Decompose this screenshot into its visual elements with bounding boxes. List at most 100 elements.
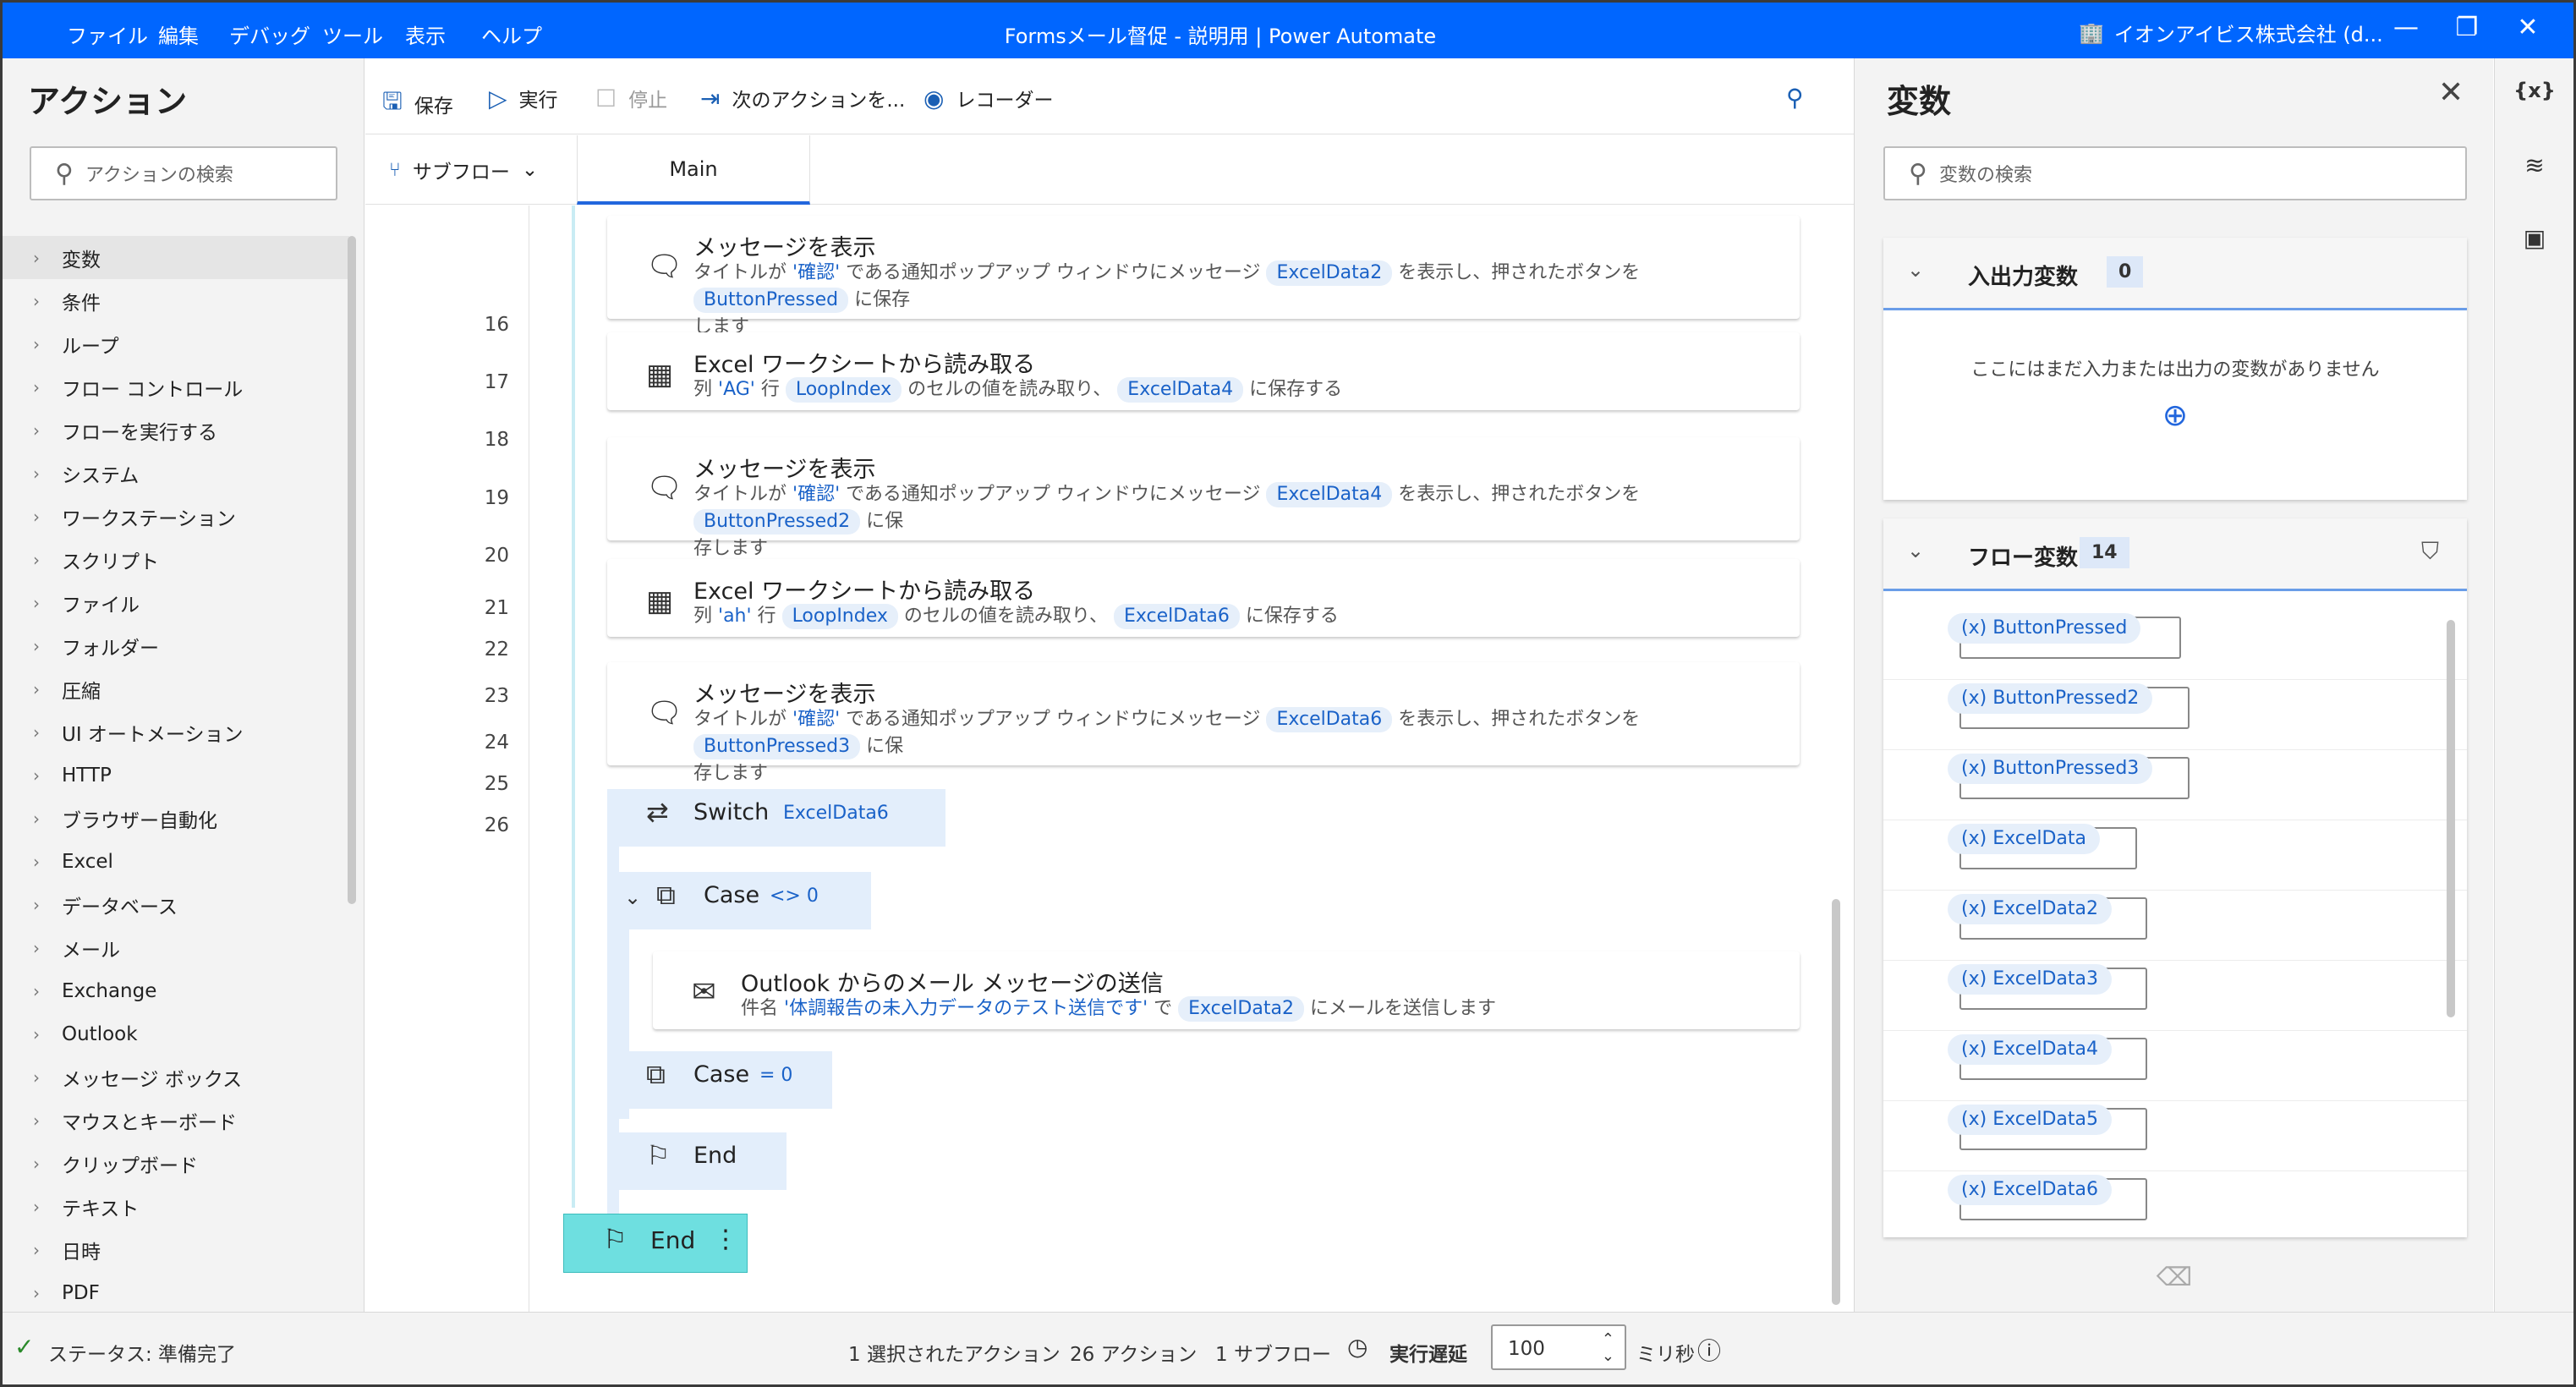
chevron-down-icon: ⌄ [521, 159, 539, 181]
layers-icon[interactable]: ≋ [2495, 151, 2573, 179]
action-group-ui-automation[interactable]: › UI オートメーション [3, 710, 349, 754]
action-group-text[interactable]: › テキスト [3, 1185, 349, 1228]
stop-label: 停止 [628, 90, 668, 112]
action-group-label: Exchange [62, 979, 157, 1002]
action-group-message-boxes[interactable]: › メッセージ ボックス [3, 1055, 349, 1099]
minimize-button[interactable]: — [2381, 13, 2431, 42]
step-title: Switch [693, 799, 770, 825]
step-description: タイトルが '確認' である通知ポップアップ ウィンドウにメッセージ Excel… [693, 482, 1641, 559]
action-group-clipboard[interactable]: › クリップボード [3, 1142, 349, 1185]
selected-actions: 1 選択されたアクション [848, 1344, 1061, 1366]
action-group-label: クリップボード [62, 1154, 198, 1177]
action-group-label: 日時 [62, 1241, 101, 1264]
step-22-case[interactable]: ⌄ ⧉ Case <> 0 [617, 872, 871, 929]
variable-token: ExcelData6 [1114, 604, 1240, 629]
save-button[interactable]: 🖫 保存 [382, 84, 453, 124]
search-flow-button[interactable]: ⚲ [1786, 84, 1804, 112]
building-icon: 🏢 [2079, 20, 2104, 45]
variables-search-input[interactable]: ⚲ 変数の検索 [1883, 146, 2467, 200]
action-group-outlook[interactable]: › Outlook [3, 1012, 349, 1055]
step-21-switch[interactable]: ⇄ Switch ExcelData6 [607, 789, 945, 847]
io-variables-header[interactable]: ⌄ 入出力変数 0 [1883, 238, 2467, 310]
variable-separator [1883, 749, 2467, 750]
step-18-display-message[interactable]: 🗨 メッセージを表示 タイトルが '確認' である通知ポップアップ ウィンドウに… [607, 437, 1800, 559]
flow-designer: 🖫 保存 ▷ 実行 ☐ 停止 ⇥ 次のアクションを... ◉ レコーダー ⚲ ⑂ サブフロー… [365, 58, 1854, 1312]
message-icon: 🗨 [646, 249, 683, 283]
image-icon[interactable]: ▣ [2495, 224, 2573, 252]
actions-panel: アクション ⚲ アクションの検索 › 変数 › 条件 › ループ › フロー コントロー… [3, 58, 364, 1312]
line-number-gutter: 16 17 18 19 20 21 22 23 24 25 26 [365, 206, 529, 1312]
spinner-icon[interactable]: ⌃ ⌄ [1602, 1331, 1614, 1365]
step-23-send-outlook-mail[interactable]: ✉ Outlook からのメール メッセージの送信 件名 '体調報告の未入力デー… [653, 951, 1800, 1029]
line-number: 24 [484, 732, 509, 754]
action-group-label: フロー コントロール [62, 378, 244, 401]
action-group-exchange[interactable]: › Exchange [3, 969, 349, 1012]
step-17-read-excel[interactable]: ▦ Excel ワークシートから読み取る 列 'AG' 行 LoopIndex … [607, 332, 1800, 410]
action-group-http[interactable]: › HTTP [3, 754, 349, 797]
flow-variables-header[interactable]: ⌄ フロー変数 14 ⛉ [1883, 518, 2467, 591]
step-description: タイトルが '確認' である通知ポップアップ ウィンドウにメッセージ Excel… [693, 260, 1641, 337]
info-icon[interactable]: ⓘ [1697, 1333, 1721, 1367]
more-options-icon[interactable]: ⋮ [713, 1225, 738, 1254]
actions-scrollbar[interactable] [348, 236, 356, 904]
close-icon[interactable]: ✕ [2438, 75, 2464, 110]
io-empty-message: ここにはまだ入力または出力の変数がありません [1970, 359, 2380, 381]
actions-search-input[interactable]: ⚲ アクションの検索 [30, 146, 337, 200]
recorder-button[interactable]: ◉ レコーダー [924, 84, 1053, 112]
variables-scrollbar[interactable] [2447, 620, 2455, 1017]
account-area[interactable]: 🏢 イオンアイビス株式会社 (d... [2079, 18, 2383, 47]
chevron-right-icon: › [33, 980, 40, 1001]
add-icon[interactable]: ⊕ [1883, 398, 2467, 433]
run-next-action-button[interactable]: ⇥ 次のアクションを... [700, 84, 905, 112]
step-16-display-message[interactable]: 🗨 メッセージを表示 タイトルが '確認' である通知ポップアップ ウィンドウに… [607, 216, 1800, 337]
flow-variables-count: 14 [2080, 537, 2129, 568]
close-window-button[interactable]: ✕ [2502, 13, 2553, 42]
step-26-end[interactable]: ⚐ End ⋮ [563, 1214, 748, 1273]
eraser-icon[interactable]: ⌫ [1855, 1263, 2494, 1292]
action-group-flow-control[interactable]: › フロー コントロール [3, 365, 349, 408]
step-19-read-excel[interactable]: ▦ Excel ワークシートから読み取る 列 'ah' 行 LoopIndex … [607, 559, 1800, 637]
action-group-conditions[interactable]: › 条件 [3, 279, 349, 322]
action-group-scripts[interactable]: › スクリプト [3, 538, 349, 581]
variable-separator [1883, 890, 2467, 891]
action-group-pdf[interactable]: › PDF [3, 1271, 349, 1314]
action-group-excel[interactable]: › Excel [3, 840, 349, 883]
variable-tag: (x) ExcelData5 [1948, 1105, 2112, 1135]
action-group-system[interactable]: › システム [3, 452, 349, 495]
action-group-label: フォルダー [62, 637, 159, 660]
action-group-mouse-keyboard[interactable]: › マウスとキーボード [3, 1099, 349, 1142]
action-group-file[interactable]: › ファイル [3, 581, 349, 624]
step-24-case[interactable]: ⧉ Case = 0 [607, 1051, 832, 1109]
action-group-label: Excel [62, 850, 113, 873]
step-25-end[interactable]: ⚐ End [607, 1132, 787, 1190]
action-group-run-flow[interactable]: › フローを実行する [3, 408, 349, 452]
flow-scrollbar[interactable] [1832, 899, 1840, 1305]
save-label: 保存 [414, 96, 453, 118]
action-group-compression[interactable]: › 圧縮 [3, 667, 349, 710]
variables-toggle-icon[interactable]: {x} [2495, 79, 2573, 102]
action-group-label: マウスとキーボード [62, 1111, 237, 1134]
action-group-datetime[interactable]: › 日時 [3, 1228, 349, 1271]
recorder-label: レコーダー [956, 90, 1054, 112]
variable-token: ExcelData6 [1266, 707, 1393, 732]
step-20-display-message[interactable]: 🗨 メッセージを表示 タイトルが '確認' である通知ポップアップ ウィンドウに… [607, 662, 1800, 784]
maximize-button[interactable]: ❐ [2442, 13, 2492, 42]
action-group-workstation[interactable]: › ワークステーション [3, 495, 349, 538]
action-group-database[interactable]: › データベース [3, 883, 349, 926]
action-group-folder[interactable]: › フォルダー [3, 624, 349, 667]
chevron-right-icon: › [33, 1023, 40, 1044]
action-group-browser-automation[interactable]: › ブラウザー自動化 [3, 797, 349, 840]
window-title: Formsメール督促 - 説明用 | Power Automate [1004, 25, 1437, 48]
tab-main[interactable]: Main [577, 135, 810, 205]
run-button[interactable]: ▷ 実行 [489, 84, 558, 112]
chevron-right-icon: › [33, 376, 40, 397]
variable-token: ButtonPressed2 [693, 509, 861, 535]
delay-input[interactable]: 100 ⌃ ⌄ [1491, 1324, 1626, 1370]
stop-button[interactable]: ☐ 停止 [595, 84, 667, 112]
filter-icon[interactable]: ⛉ [2421, 537, 2439, 566]
variable-separator [1883, 960, 2467, 961]
action-group-email[interactable]: › メール [3, 926, 349, 969]
subflow-dropdown[interactable]: ⑂ サブフロー ⌄ [389, 156, 538, 184]
action-group-loops[interactable]: › ループ [3, 322, 349, 365]
action-group-variables[interactable]: › 変数 [3, 236, 349, 279]
